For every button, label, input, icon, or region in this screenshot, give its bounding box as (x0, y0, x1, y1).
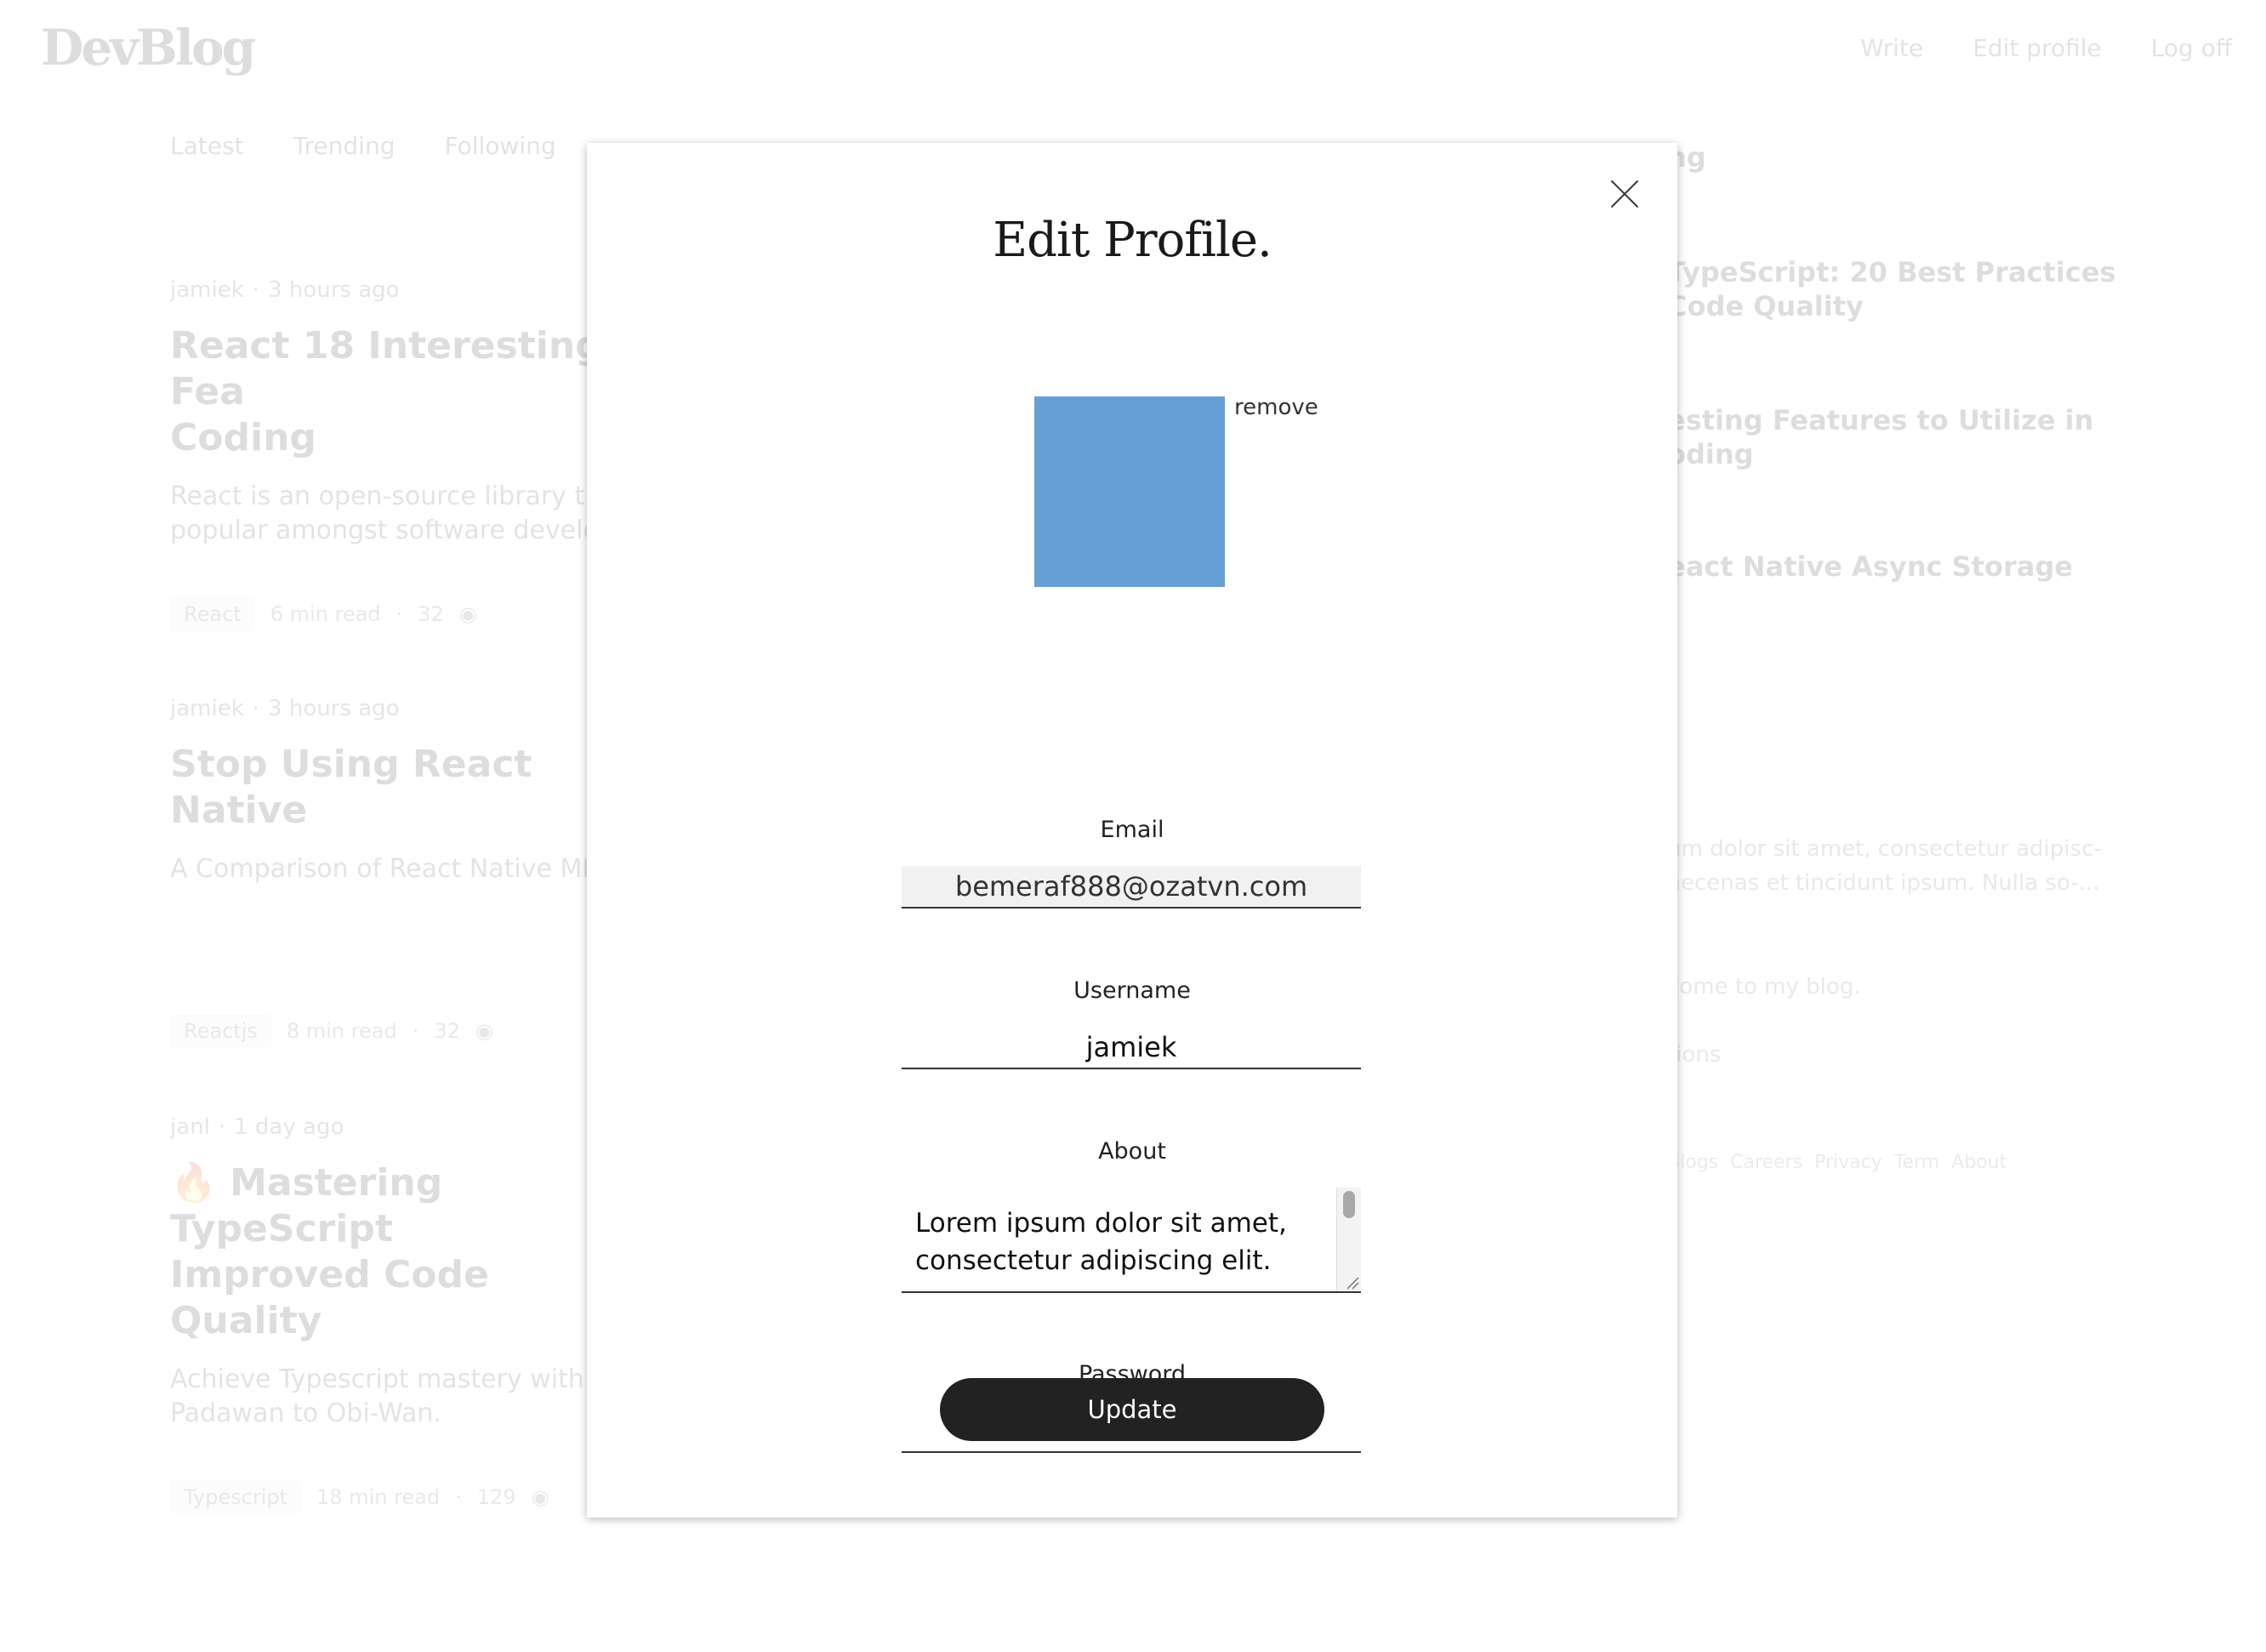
sidebar-welcome: come to my blog. (1667, 974, 1861, 1000)
site-logo[interactable]: DevBlog (41, 19, 256, 77)
top-nav: Write Edit profile Log off (1860, 34, 2232, 62)
edit-profile-modal: Edit Profile. remove Email Username Abou… (587, 143, 1677, 1518)
close-icon[interactable] (1604, 174, 1645, 214)
email-field[interactable] (902, 866, 1361, 909)
post-tag[interactable]: Typescript (170, 1480, 302, 1514)
post-time: 1 day ago (234, 1114, 344, 1140)
post-meta: jamiek · 3 hours ago (170, 696, 400, 721)
footer-link-term[interactable]: Term (1894, 1152, 1939, 1173)
view-count: 32 (434, 1019, 460, 1043)
nav-write-link[interactable]: Write (1860, 34, 1923, 62)
post-meta: janl · 1 day ago (170, 1114, 344, 1140)
eye-icon: ◉ (458, 602, 477, 626)
post-title[interactable]: React 18 Interesting Fea Coding (170, 323, 612, 461)
about-text-line: Lorem ipsum dolor sit amet, (915, 1208, 1287, 1239)
read-time: 8 min read (286, 1019, 397, 1043)
scroll-thumb[interactable] (1343, 1191, 1355, 1218)
post-footer: Reactjs 8 min read · 32 ◉ (170, 1014, 612, 1048)
post-card[interactable]: jamiek · 3 hours ago Stop Using React Nati… (170, 696, 612, 1048)
nav-edit-profile-link[interactable]: Edit profile (1973, 34, 2102, 62)
post-title[interactable]: 🔥 Mastering TypeScript Improved Code Qual… (170, 1160, 612, 1344)
post-excerpt: Achieve Typescript mastery with a Padawan… (170, 1364, 608, 1428)
username-field[interactable] (902, 1027, 1361, 1069)
post-title[interactable]: Stop Using React Native (170, 742, 612, 834)
trending-item[interactable]: esting Features to Utilize in oding (1667, 403, 2195, 471)
post-excerpt: A Comparison of React Native MM (170, 854, 605, 884)
post-excerpt: React is an open-source library th popula… (170, 481, 601, 545)
read-time: 18 min read (316, 1485, 441, 1509)
modal-title: Edit Profile. (993, 213, 1272, 268)
footer-link-careers[interactable]: Careers (1730, 1152, 1802, 1173)
sidebar-footer-links: Blogs Careers Privacy Term About (1667, 1152, 2195, 1173)
nav-log-off-link[interactable]: Log off (2151, 34, 2232, 62)
about-text-line: consectetur adipiscing elit. (915, 1245, 1272, 1276)
sidebar-heading: ng (1667, 141, 1706, 174)
post-tag[interactable]: React (170, 597, 255, 631)
username-label: Username (1073, 977, 1191, 1004)
footer-link-about[interactable]: About (1951, 1152, 2007, 1173)
sidebar-about: um dolor sit amet, consectetur adipisc-a… (1667, 836, 2102, 896)
post-author[interactable]: janl (170, 1114, 210, 1140)
post-footer: Typescript 18 min read · 129 ◉ (170, 1480, 612, 1514)
footer-link-privacy[interactable]: Privacy (1814, 1152, 1882, 1173)
trending-item[interactable]: TypeScript: 20 Best Practices Code Qualit… (1667, 255, 2195, 323)
sidebar-notifications[interactable]: tions (1667, 1038, 2195, 1072)
post-footer: React 6 min read · 32 ◉ (170, 597, 612, 631)
post-time: 3 hours ago (268, 277, 400, 303)
email-label: Email (1100, 817, 1164, 843)
post-author[interactable]: jamiek (170, 277, 244, 303)
about-textarea[interactable]: Lorem ipsum dolor sit amet, consectetur … (902, 1188, 1361, 1293)
post-card[interactable]: janl · 1 day ago 🔥 Mastering TypeScript Imp… (170, 1114, 612, 1514)
view-count: 32 (418, 602, 444, 626)
tab-following[interactable]: Following (444, 132, 555, 160)
tab-trending[interactable]: Trending (293, 132, 396, 160)
resize-grip-icon[interactable] (1344, 1274, 1359, 1290)
post-card[interactable]: jamiek · 3 hours ago React 18 Interesting … (170, 277, 612, 631)
update-button[interactable]: Update (940, 1378, 1324, 1441)
remove-avatar-link[interactable]: remove (1234, 395, 1318, 420)
read-time: 6 min read (270, 602, 381, 626)
view-count: 129 (476, 1485, 516, 1509)
post-time: 3 hours ago (268, 696, 400, 721)
post-author[interactable]: jamiek (170, 696, 244, 721)
eye-icon: ◉ (475, 1019, 493, 1043)
post-tag[interactable]: Reactjs (170, 1014, 271, 1048)
tab-latest[interactable]: Latest (170, 132, 244, 160)
feed-tabs: Latest Trending Following (170, 132, 556, 160)
about-label: About (1098, 1138, 1166, 1165)
post-meta: jamiek · 3 hours ago (170, 277, 400, 303)
eye-icon: ◉ (531, 1485, 549, 1509)
avatar[interactable] (1034, 396, 1225, 587)
trending-item[interactable]: eact Native Async Storage (1667, 550, 2195, 584)
